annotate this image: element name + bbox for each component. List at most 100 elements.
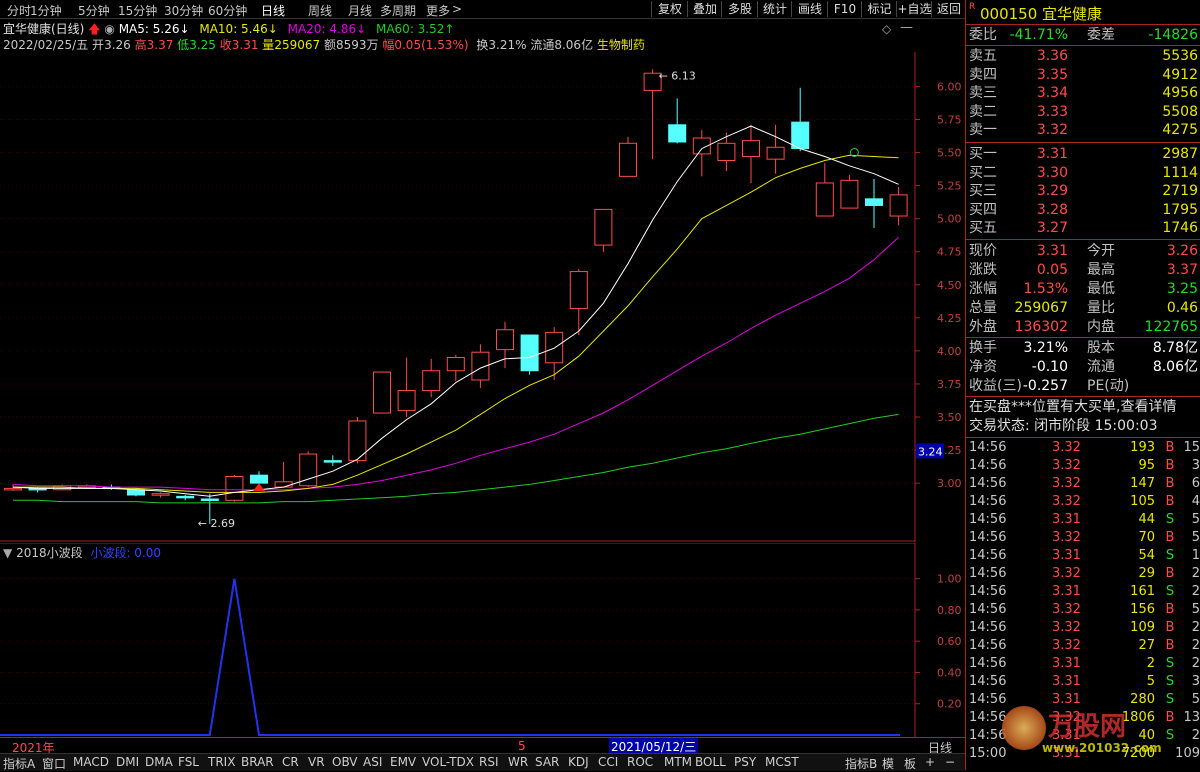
- period-tab-3[interactable]: 15分钟: [118, 2, 157, 19]
- tick-count: 2: [1191, 584, 1200, 599]
- ask-row: 卖一 3.32 4275: [966, 121, 1200, 139]
- period-tab-9[interactable]: 多周期: [380, 2, 416, 19]
- tick-price: 3.31: [1052, 656, 1081, 671]
- indicator-tab-5[interactable]: FSL: [178, 755, 199, 769]
- indicator-tick-label: 1.00: [937, 573, 962, 586]
- tick-count: 109: [1175, 746, 1200, 761]
- indicator-tab-0[interactable]: 指标A: [3, 755, 35, 772]
- toolbar-btn-8[interactable]: 返回: [931, 1, 966, 17]
- indicator-tab-19[interactable]: ROC: [627, 755, 653, 769]
- indicator-tab-11[interactable]: ASI: [363, 755, 382, 769]
- quote-label: 总量: [969, 300, 997, 316]
- indicator-tab-13[interactable]: VOL-TDX: [422, 755, 474, 769]
- indicator-tab-22[interactable]: PSY: [734, 755, 756, 769]
- indicator-tick-label: 0.80: [937, 604, 962, 617]
- stat-label: 净资: [969, 359, 997, 375]
- toolbar-btn-6[interactable]: 标记: [861, 1, 897, 17]
- tick-price: 3.32: [1052, 638, 1081, 653]
- period-tab-7[interactable]: 周线: [308, 2, 332, 19]
- tick-time: 14:56: [969, 674, 1007, 689]
- indicator-tab-8[interactable]: CR: [282, 755, 299, 769]
- period-tab-1[interactable]: 1分钟: [30, 2, 62, 19]
- indicator-tab-4[interactable]: DMA: [145, 755, 173, 769]
- stat-value: 8.78亿: [1152, 340, 1198, 356]
- indicator-tab-1[interactable]: 窗口: [42, 755, 66, 772]
- indicator-collapse-icon[interactable]: ▼: [3, 546, 12, 560]
- tick-count: 2: [1191, 620, 1200, 635]
- indicator-line-value: 小波段: 0.00: [90, 546, 162, 560]
- period-tab-4[interactable]: 30分钟: [164, 2, 203, 19]
- indicator-tab-26[interactable]: 板: [904, 755, 916, 772]
- indicator-tab-28[interactable]: −: [945, 755, 955, 769]
- notice-row[interactable]: 在买盘***位置有大买单,查看详情: [966, 398, 1200, 416]
- candle: [643, 69, 662, 160]
- ma20-label: MA20: 4.86: [287, 22, 357, 36]
- stat-label: 股本: [1087, 340, 1115, 356]
- indicator-tab-23[interactable]: MCST: [765, 755, 799, 769]
- indicator-tab-14[interactable]: RSI: [479, 755, 499, 769]
- price-tick-label: 6.00: [937, 80, 962, 93]
- turnover-value: 换3.21%: [476, 38, 527, 52]
- indicator-tab-2[interactable]: MACD: [73, 755, 109, 769]
- tick-time: 14:56: [969, 458, 1007, 473]
- toolbar-btn-3[interactable]: 统计: [757, 1, 792, 17]
- indicator-tab-6[interactable]: TRIX: [208, 755, 235, 769]
- indicator-tab-20[interactable]: MTM: [664, 755, 692, 769]
- toolbar-btn-1[interactable]: 叠加: [687, 1, 722, 17]
- indicator-tab-9[interactable]: VR: [308, 755, 325, 769]
- tick-count: 3: [1191, 458, 1200, 473]
- indicator-tab-21[interactable]: BOLL: [695, 755, 726, 769]
- indicator-tab-17[interactable]: KDJ: [568, 755, 589, 769]
- toolbar-btn-0[interactable]: 复权: [651, 1, 688, 17]
- ask-price: 3.33: [1036, 103, 1068, 120]
- r-badge: R: [969, 2, 976, 12]
- tick-row: 14:56 3.31 161 S 2: [966, 583, 1200, 601]
- period-tab-0[interactable]: 分时: [7, 2, 31, 19]
- period-tab-2[interactable]: 5分钟: [78, 2, 110, 19]
- indicator-tab-25[interactable]: 模: [882, 755, 894, 772]
- settings-circle-icon[interactable]: ◉: [104, 22, 114, 36]
- tick-row: 14:56 3.32 105 B 4: [966, 493, 1200, 511]
- toolbar-btn-2[interactable]: 多股: [721, 1, 758, 17]
- indicator-tab-12[interactable]: EMV: [390, 755, 416, 769]
- indicator-tab-3[interactable]: DMI: [116, 755, 139, 769]
- quote-label: 内盘: [1087, 319, 1115, 335]
- red-arrow-icon: 🡅: [88, 22, 101, 36]
- tick-time: 15:00: [969, 746, 1007, 761]
- chevron-right-icon[interactable]: >: [452, 2, 462, 16]
- candle: [299, 451, 318, 488]
- tick-side: B: [1165, 440, 1175, 455]
- tick-volume: 2: [1146, 656, 1155, 671]
- tick-count: 5: [1191, 602, 1200, 617]
- price-tick-label: 4.50: [937, 279, 962, 292]
- indicator-tab-24[interactable]: 指标B: [845, 755, 877, 772]
- quote-row: 总量 259067 量比 0.46: [966, 299, 1200, 317]
- period-tab-6[interactable]: 日线: [261, 2, 285, 19]
- period-tab-5[interactable]: 60分钟: [208, 2, 247, 19]
- period-tab-8[interactable]: 月线: [348, 2, 372, 19]
- quote-value: 122765: [1144, 319, 1198, 335]
- price-chart[interactable]: 6.00 5.75 5.50 5.25 5.00 4.75 4.50 4.25 4.00 3.75…: [0, 52, 965, 542]
- tick-price: 3.32: [1052, 710, 1081, 725]
- period-tab-10[interactable]: 更多: [426, 2, 450, 19]
- current-price-label: 3.24: [918, 445, 943, 458]
- indicator-tab-7[interactable]: BRAR: [241, 755, 274, 769]
- indicator-tab-15[interactable]: WR: [508, 755, 528, 769]
- diamond-icon[interactable]: ◇: [882, 22, 891, 36]
- minus-icon[interactable]: —: [900, 20, 913, 35]
- indicator-tab-27[interactable]: +: [925, 755, 935, 769]
- price-tick-label: 5.25: [937, 180, 962, 193]
- ask-volume: 4956: [1162, 85, 1198, 101]
- toolbar-btn-7[interactable]: +自选: [896, 1, 932, 17]
- quote-label: 最低: [1087, 281, 1115, 297]
- candle: [373, 371, 391, 414]
- tick-volume: 44: [1138, 512, 1155, 527]
- indicator-tab-10[interactable]: OBV: [332, 755, 358, 769]
- price-tick-label: 3.75: [937, 378, 962, 391]
- tick-row: 14:56 3.32 109 B 2: [966, 619, 1200, 637]
- toolbar-btn-4[interactable]: 画线: [791, 1, 828, 17]
- indicator-chart[interactable]: 1.00 0.80 0.60 0.40 0.20: [0, 543, 965, 737]
- indicator-tab-16[interactable]: SAR: [535, 755, 559, 769]
- toolbar-btn-5[interactable]: F10: [827, 1, 862, 17]
- indicator-tab-18[interactable]: CCI: [598, 755, 618, 769]
